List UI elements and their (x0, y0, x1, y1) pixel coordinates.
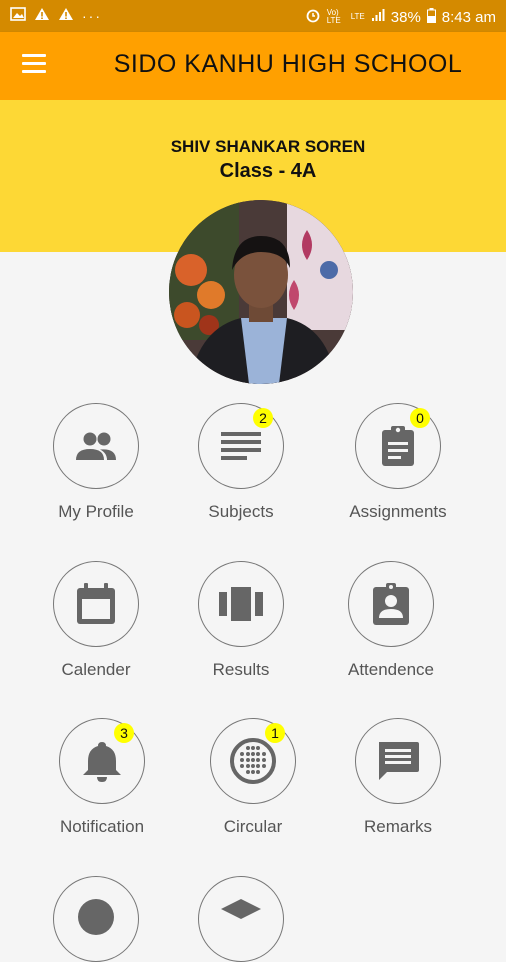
network-label: LTE (350, 12, 365, 21)
menu-icon-circle: 3 (59, 718, 145, 804)
battery-percent: 38% (390, 8, 421, 26)
menu-label: Results (212, 660, 270, 679)
app-bar: SIDO KANHU HIGH SCHOOL (0, 32, 506, 100)
menu-subjects[interactable]: 2 Subjects (166, 403, 316, 522)
menu-calender[interactable]: Calender (21, 561, 171, 680)
menu-label: Remarks (363, 817, 432, 836)
student-name: SHIV SHANKAR SOREN (170, 137, 366, 156)
menu-icon-circle (348, 561, 434, 647)
assignments-badge: 0 (410, 408, 430, 428)
menu-icon-circle (53, 876, 139, 962)
menu-attendence[interactable]: Attendence (316, 561, 466, 680)
clipboard-icon (382, 426, 414, 466)
clock: 8:43 am (441, 8, 496, 26)
menu-my-profile[interactable]: My Profile (21, 403, 171, 522)
network-label: Vo) LTE (326, 8, 341, 25)
menu-circular[interactable]: 1 Circular (178, 718, 328, 837)
menu-icon-circle (53, 561, 139, 647)
menu-icon-circle: 1 (210, 718, 296, 804)
image-icon (10, 7, 26, 25)
menu-assignments[interactable]: 0 Assignments (323, 403, 473, 522)
bell-icon (83, 742, 121, 782)
signal-icon (371, 8, 385, 26)
school-icon (221, 899, 261, 919)
menu-icon-circle (198, 561, 284, 647)
menu-remarks[interactable]: Remarks (323, 718, 473, 837)
calendar-icon (77, 583, 115, 624)
menu-label: Subjects (208, 502, 274, 521)
carousel-icon (219, 587, 263, 621)
app-title: SIDO KANHU HIGH SCHOOL (113, 50, 463, 78)
menu-item-partial[interactable] (166, 876, 316, 962)
menu-label: Notification (59, 817, 145, 836)
student-class: Class - 4A (219, 160, 317, 182)
status-bar: ··· Vo) LTE LTE 38% 8:43 am (0, 0, 506, 32)
notification-badge: 3 (114, 723, 134, 743)
menu-notification[interactable]: 3 Notification (27, 718, 177, 837)
menu-results[interactable]: Results (166, 561, 316, 680)
menu-label: Attendence (347, 660, 434, 679)
subject-list-icon (221, 432, 261, 460)
menu-label: Assignments (349, 502, 447, 521)
menu-item-partial[interactable] (21, 876, 171, 962)
circular-badge: 1 (265, 723, 285, 743)
avatar[interactable] (169, 200, 353, 384)
badge-id-icon (373, 583, 409, 625)
menu-icon-circle (355, 718, 441, 804)
subjects-badge: 2 (253, 408, 273, 428)
message-icon (379, 742, 419, 780)
warning-icon (58, 7, 74, 25)
more-notifications-icon: ··· (82, 8, 102, 24)
menu-icon-circle (198, 876, 284, 962)
dial-icon (230, 738, 276, 784)
people-icon (76, 432, 116, 460)
menu-label: Circular (223, 817, 283, 836)
menu-icon-circle: 2 (198, 403, 284, 489)
menu-icon-circle (53, 403, 139, 489)
menu-label: Calender (61, 660, 131, 679)
circle-icon (78, 899, 114, 935)
warning-icon (34, 7, 50, 25)
menu-label: My Profile (58, 502, 134, 521)
menu-icon-circle: 0 (355, 403, 441, 489)
battery-icon (426, 7, 436, 27)
alarm-icon (305, 7, 321, 27)
